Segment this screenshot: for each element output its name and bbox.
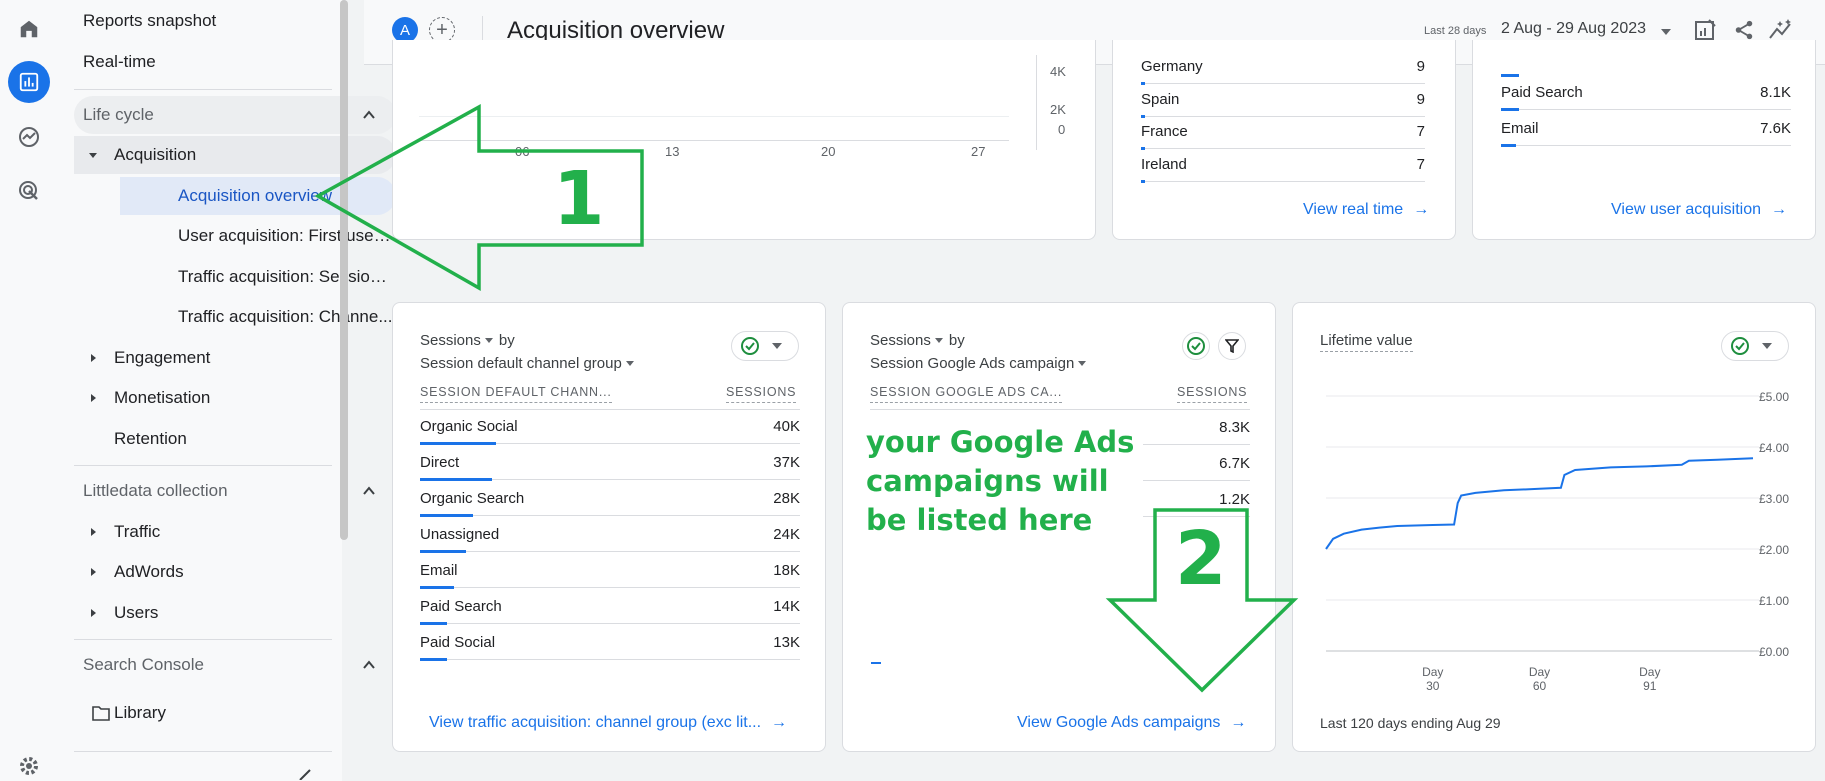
app-root: Reports snapshot Real-time Life cycle Ac… [0,0,1825,781]
annotation-number-1: 1 [553,156,605,242]
annotation-overlay [314,104,1299,693]
annotation-number-2: 2 [1175,516,1227,602]
annotation-note: your Google Ads campaigns will be listed… [866,425,1135,537]
